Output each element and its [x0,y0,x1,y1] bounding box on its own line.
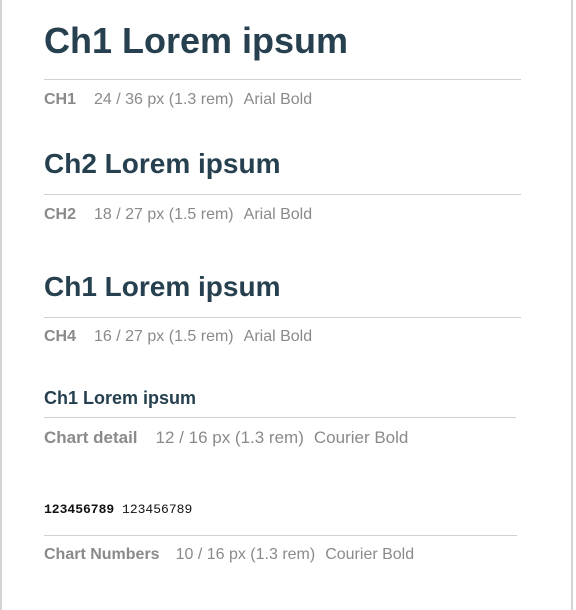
divider [44,194,521,195]
right-border [571,0,573,610]
left-border [0,0,2,610]
spec-font: Courier Bold [325,546,415,563]
spec-tag: CH1 [44,91,77,108]
spec-tag: Chart Numbers [44,546,160,563]
chart-detail-spec: Chart detail 12 / 16 px (1.3 rem) Courier … [44,428,408,448]
ch2-spec: CH2 18 / 27 px (1.5 rem) Arial Bold [44,206,312,224]
spec-size: 24 / 36 px (1.3 rem) [94,91,234,108]
spec-font: Arial Bold [243,91,313,108]
spec-size: 10 / 16 px (1.3 rem) [175,546,316,563]
ch2-sample: Ch2 Lorem ipsum [44,148,281,179]
spec-size: 16 / 27 px (1.5 rem) [94,328,234,345]
spec-size: 12 / 16 px (1.3 rem) [155,428,304,447]
divider [44,535,517,536]
ch4-spec: CH4 16 / 27 px (1.5 rem) Arial Bold [44,328,312,346]
ch1-spec: CH1 24 / 36 px (1.3 rem) Arial Bold [44,91,312,109]
spec-font: Arial Bold [243,328,313,345]
divider [44,79,521,80]
numbers-regular: 123456789 [122,502,193,517]
spec-size: 18 / 27 px (1.5 rem) [94,206,234,223]
spec-font: Arial Bold [243,206,313,223]
spec-tag: CH4 [44,328,77,345]
spec-font: Courier Bold [313,428,409,447]
spec-tag: Chart detail [44,428,138,447]
numbers-bold: 123456789 [44,502,115,517]
chart-detail-sample: Ch1 Lorem ipsum [44,388,197,408]
chart-numbers-sample: 123456789 123456789 [44,502,192,517]
ch4-sample: Ch1 Lorem ipsum [44,271,281,302]
divider [44,417,516,418]
chart-numbers-spec: Chart Numbers 10 / 16 px (1.3 rem) Courier… [44,546,414,564]
ch1-sample: Ch1 Lorem ipsum [44,20,349,61]
spec-tag: CH2 [44,206,77,223]
divider [44,317,521,318]
